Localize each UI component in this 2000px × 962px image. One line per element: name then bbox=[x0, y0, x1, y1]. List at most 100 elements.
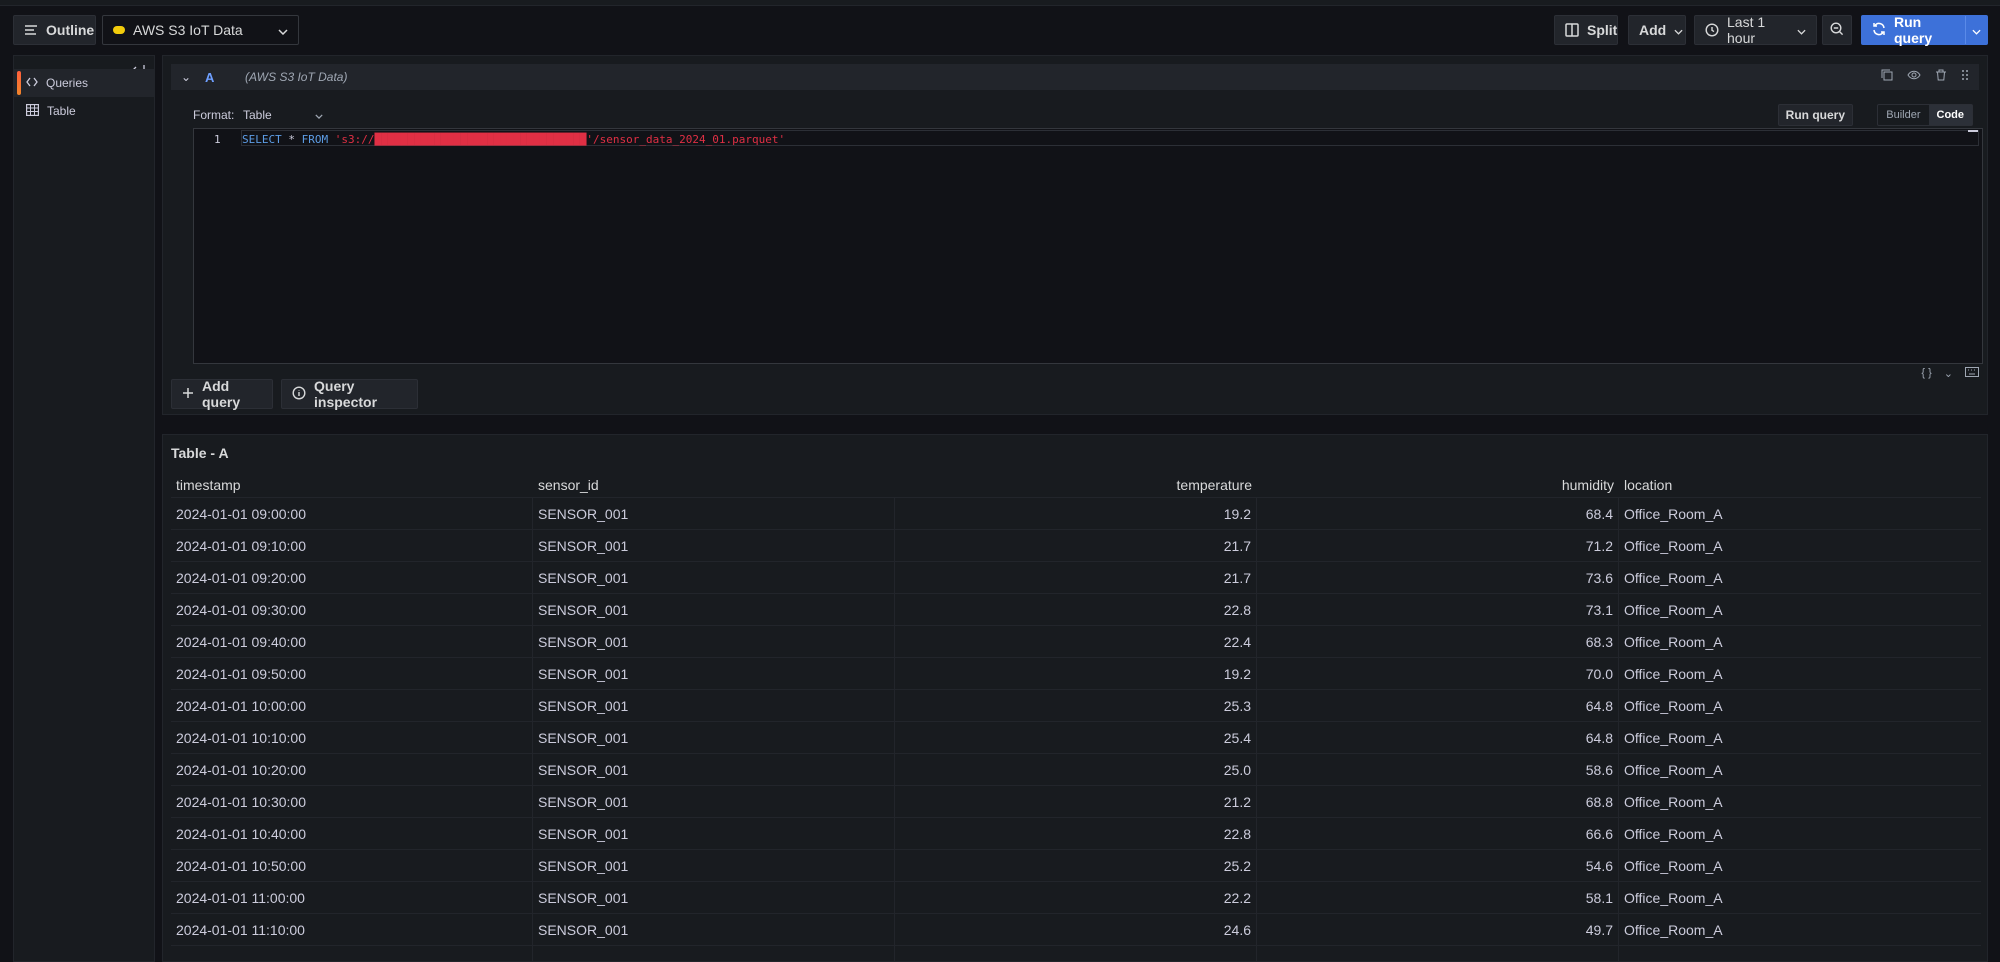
query-row-header: ⌄ A (AWS S3 IoT Data) bbox=[171, 64, 1979, 90]
cell-timestamp: 2024-01-01 09:30:00 bbox=[171, 594, 533, 625]
content-outline-sidebar: Queries Table bbox=[13, 55, 155, 962]
cell-temperature: 19.2 bbox=[895, 658, 1257, 689]
drag-handle-icon[interactable] bbox=[1961, 69, 1969, 84]
cell-humidity: 64.8 bbox=[1257, 690, 1619, 721]
run-query-button[interactable]: Run query bbox=[1861, 14, 1988, 46]
cell-sensor-id: SENSOR_001 bbox=[533, 530, 895, 561]
query-editor-panel: ⌄ A (AWS S3 IoT Data) Format: Table Run … bbox=[162, 55, 1988, 415]
cell-temperature: 21.7 bbox=[895, 530, 1257, 561]
chevron-down-icon bbox=[1674, 22, 1683, 38]
cell-temperature: 19.2 bbox=[895, 498, 1257, 529]
cell-timestamp: 2024-01-01 11:10:00 bbox=[171, 914, 533, 945]
chevron-down-icon bbox=[278, 22, 288, 38]
outline-button[interactable]: Outline bbox=[13, 15, 96, 45]
cell-sensor-id: SENSOR_001 bbox=[533, 626, 895, 657]
cell-location: Office_Room_A bbox=[1624, 697, 1723, 714]
split-label: Split bbox=[1587, 22, 1618, 38]
cell-timestamp: 2024-01-01 10:50:00 bbox=[171, 850, 533, 881]
column-header-temperature[interactable]: temperature bbox=[895, 473, 1257, 497]
column-header-location[interactable]: location bbox=[1619, 473, 1981, 497]
explore-toolbar: Outline AWS S3 IoT Data Split Add Last 1… bbox=[0, 6, 2000, 54]
builder-mode-button[interactable]: Builder bbox=[1878, 105, 1928, 125]
cell-temperature: 22.2 bbox=[895, 882, 1257, 913]
cell-humidity: 58.6 bbox=[1257, 754, 1619, 785]
column-header-humidity[interactable]: humidity bbox=[1257, 473, 1619, 497]
cell-location: Office_Room_A bbox=[1624, 729, 1723, 746]
format-select[interactable]: Table bbox=[243, 108, 272, 122]
cell-sensor-id: SENSOR_001 bbox=[533, 690, 895, 721]
cell-sensor-id bbox=[533, 946, 895, 961]
sql-text: SELECT * FROM 's3://████████████████████… bbox=[242, 133, 786, 146]
cell-sensor-id: SENSOR_001 bbox=[533, 722, 895, 753]
keyboard-shortcuts-icon[interactable] bbox=[1965, 367, 1979, 380]
clock-icon bbox=[1705, 23, 1719, 37]
cell-timestamp: 2024-01-01 11:00:00 bbox=[171, 882, 533, 913]
format-code-braces-icon[interactable]: { } bbox=[1921, 367, 1931, 380]
query-inspector-label: Query inspector bbox=[314, 378, 378, 410]
cell-timestamp: 2024-01-01 09:50:00 bbox=[171, 658, 533, 689]
cell-temperature: 25.0 bbox=[895, 754, 1257, 785]
cell-sensor-id: SENSOR_001 bbox=[533, 498, 895, 529]
add-query-button[interactable]: Add query bbox=[171, 378, 273, 410]
table-row: 2024-01-01 11:00:00 SENSOR_001 22.2 58.1 Off… bbox=[171, 881, 1981, 913]
cell-timestamp: 2024-01-01 10:00:00 bbox=[171, 690, 533, 721]
inline-run-query-button[interactable]: Run query bbox=[1777, 104, 1853, 126]
cell-humidity: 68.8 bbox=[1257, 786, 1619, 817]
query-datasource-name: (AWS S3 IoT Data) bbox=[245, 70, 348, 84]
hide-query-eye-icon[interactable] bbox=[1907, 69, 1921, 84]
cell-humidity: 73.1 bbox=[1257, 594, 1619, 625]
query-options-row: Format: Table Run query Builder Code bbox=[193, 102, 1983, 128]
run-query-options[interactable] bbox=[1965, 16, 1987, 44]
cell-timestamp: 2024-01-01 09:00:00 bbox=[171, 498, 533, 529]
delete-query-trash-icon[interactable] bbox=[1935, 69, 1947, 84]
collapse-query-chevron-icon[interactable]: ⌄ bbox=[171, 70, 201, 84]
column-header-timestamp[interactable]: timestamp bbox=[171, 473, 533, 497]
cell-timestamp: 2024-01-01 09:20:00 bbox=[171, 562, 533, 593]
cell-temperature: 21.7 bbox=[895, 562, 1257, 593]
chevron-down-icon[interactable]: ⌄ bbox=[1944, 367, 1953, 380]
sql-code-editor[interactable]: 1 SELECT * FROM 's3://██████████████████… bbox=[193, 128, 1983, 364]
query-ref-id[interactable]: A bbox=[201, 70, 245, 85]
add-button[interactable]: Add bbox=[1628, 15, 1686, 45]
info-circle-icon bbox=[292, 385, 306, 403]
split-button[interactable]: Split bbox=[1554, 15, 1618, 45]
cell-temperature: 22.8 bbox=[895, 818, 1257, 849]
cell-temperature: 25.2 bbox=[895, 850, 1257, 881]
cell-temperature: 22.8 bbox=[895, 594, 1257, 625]
cell-sensor-id: SENSOR_001 bbox=[533, 882, 895, 913]
table-body: 2024-01-01 09:00:00 SENSOR_001 19.2 68.4 Off… bbox=[171, 497, 1981, 961]
cell-location: Office_Room_A bbox=[1624, 505, 1723, 522]
table-panel-title: Table - A bbox=[171, 445, 229, 461]
cell-location: Office_Room_A bbox=[1624, 857, 1723, 874]
zoom-out-icon bbox=[1830, 21, 1844, 39]
zoom-out-button[interactable] bbox=[1822, 15, 1852, 45]
editor-mode-toggle: Builder Code bbox=[1877, 104, 1973, 126]
cell-humidity: 73.6 bbox=[1257, 562, 1619, 593]
cell-sensor-id: SENSOR_001 bbox=[533, 850, 895, 881]
cell-location: Office_Room_A bbox=[1624, 889, 1723, 906]
column-header-sensor-id[interactable]: sensor_id bbox=[533, 473, 895, 497]
cell-temperature bbox=[895, 946, 1257, 961]
duplicate-query-icon[interactable] bbox=[1881, 69, 1893, 84]
cell-location: Office_Room_A bbox=[1624, 761, 1723, 778]
cell-humidity: 49.7 bbox=[1257, 914, 1619, 945]
query-inspector-button[interactable]: Query inspector bbox=[281, 378, 418, 410]
sidebar-item-label: Queries bbox=[46, 76, 89, 90]
cell-timestamp: 2024-01-01 09:10:00 bbox=[171, 530, 533, 561]
cell-temperature: 21.2 bbox=[895, 786, 1257, 817]
sidebar-item-table[interactable]: Table bbox=[14, 97, 154, 125]
sidebar-item-queries[interactable]: Queries bbox=[14, 69, 154, 97]
add-label: Add bbox=[1639, 22, 1667, 38]
cell-sensor-id: SENSOR_001 bbox=[533, 562, 895, 593]
table-row: 2024-01-01 10:10:00 SENSOR_001 25.4 64.8 Off… bbox=[171, 721, 1981, 753]
table-row: 2024-01-01 09:30:00 SENSOR_001 22.8 73.1 Off… bbox=[171, 593, 1981, 625]
time-range-picker[interactable]: Last 1 hour bbox=[1694, 14, 1817, 46]
line-number: 1 bbox=[214, 133, 221, 146]
code-mode-button[interactable]: Code bbox=[1928, 105, 1972, 125]
datasource-icon bbox=[113, 26, 125, 34]
cell-temperature: 25.3 bbox=[895, 690, 1257, 721]
table-row: 2024-01-01 09:40:00 SENSOR_001 22.4 68.3 Off… bbox=[171, 625, 1981, 657]
chevron-down-icon[interactable] bbox=[315, 108, 323, 122]
datasource-picker[interactable]: AWS S3 IoT Data bbox=[102, 15, 299, 45]
cell-timestamp: 2024-01-01 10:30:00 bbox=[171, 786, 533, 817]
